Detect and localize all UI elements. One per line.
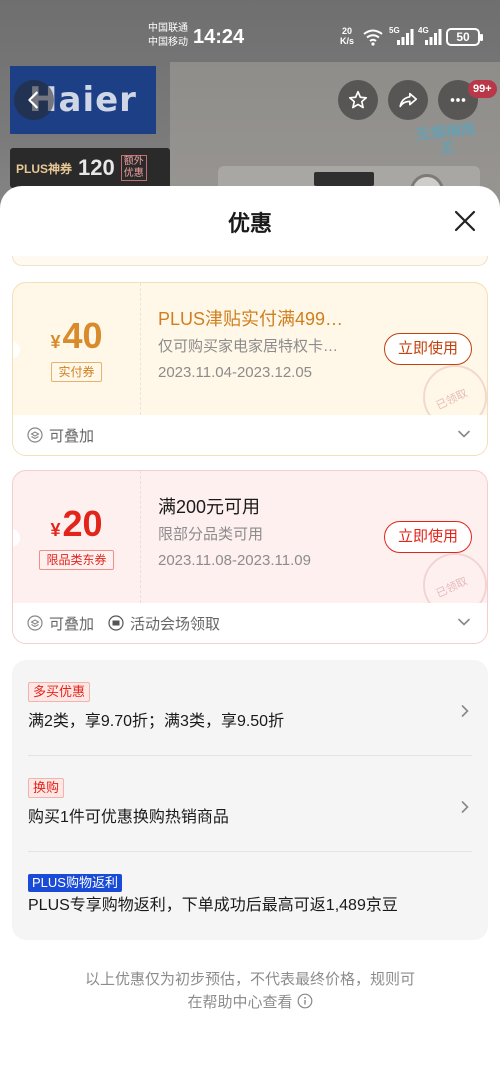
star-icon [348,90,368,109]
stackable-label: 可叠加 [49,615,95,633]
chevron-down-icon[interactable] [457,615,471,629]
plus-tag: PLUS神券 [16,161,73,176]
event-venue-note: 活动会场领取 [108,613,220,634]
status-bar: 中国联通 中国移动 14:24 20 K/s 5G 4G 50 [0,0,500,58]
coupon-type-tag: 限品类东券 [39,550,114,570]
stack-icon [27,615,43,631]
stackable-label: 可叠加 [49,427,95,445]
coupon-amount: ¥ 20 [50,504,102,544]
chevron-right-icon [461,705,469,717]
coupon-footer[interactable]: 可叠加 [13,415,487,455]
info-icon[interactable] [297,993,313,1009]
event-venue-icon [108,615,124,631]
use-now-button[interactable]: 立即使用 [384,333,472,365]
chevron-left-icon [28,91,38,109]
message-count-badge: 99+ [468,80,497,98]
clock: 14:24 [193,26,245,48]
promotion-item[interactable]: 换购 购买1件可优惠换购热销商品 [28,778,472,828]
promotion-desc: PLUS专享购物返利，下单成功后最高可返1,489京豆 [28,897,398,914]
coupon-scope: 仅可购买家电家居特权卡… [158,338,339,355]
use-now-button[interactable]: 立即使用 [384,521,472,553]
stackable-note: 可叠加 [27,613,94,634]
divider [28,755,472,756]
disclaimer-line-1: 以上优惠仅为初步预估，不代表最终价格，规则可 [84,971,415,988]
coupon-value-area: ¥ 40 实付券 [13,283,141,415]
previous-coupon-peek [12,256,488,266]
coupon-amount-value: 40 [62,315,103,356]
stack-icon [27,427,43,443]
network-speed-unit: K/s [340,36,355,46]
coupon-card[interactable]: ¥ 20 限品类东券 满200元可用 限部分品类可用 2023.11.08-20… [12,470,488,644]
coupon-title: PLUS津贴实付满499… [158,309,344,329]
divider [28,851,472,852]
coupon-scope: 限部分品类可用 [158,526,264,543]
coupon-value-area: ¥ 20 限品类东券 [13,471,141,603]
promotion-tag: 换购 [28,778,65,798]
coupon-validity: 2023.11.08-2023.11.09 [158,552,311,569]
stackable-note: 可叠加 [27,425,94,446]
sheet-header: 优惠 [0,186,500,256]
share-icon [399,92,418,108]
coupon-amount: ¥ 40 [50,316,102,356]
network-speed: 20 K/s [340,26,354,46]
washer-display [314,172,374,186]
disclaimer-line-2-text: 在帮助中心查看 [187,994,293,1011]
chevron-down-icon[interactable] [457,427,471,441]
chevron-right-icon [461,801,469,813]
plus-rebate-tag: PLUS购物返利 [28,874,122,892]
carrier-1: 中国联通 [148,23,188,34]
signal-2-icon [425,29,442,45]
plus-extra: 额外优惠 [120,155,147,181]
promotion-item: PLUS购物返利 PLUS专享购物返利，下单成功后最高可返1,489京豆 [28,874,472,916]
network-speed-value: 20 [342,26,353,36]
close-icon[interactable] [450,206,480,236]
plus-amount: 120 [78,155,115,180]
coupon-info: 满200元可用 限部分品类可用 2023.11.08-2023.11.09 [158,495,378,571]
coupon-body: ¥ 20 限品类东券 满200元可用 限部分品类可用 2023.11.08-20… [13,471,487,617]
sheet-title: 优惠 [227,211,272,236]
currency-symbol: ¥ [50,332,61,352]
coupon-info: PLUS津贴实付满499… 仅可购买家电家居特权卡… 2023.11.04-20… [158,307,378,383]
claimed-stamp-text: 已领取 [434,387,470,413]
favorite-button[interactable] [338,80,378,120]
event-venue-label: 活动会场领取 [130,615,221,633]
currency-symbol: ¥ [50,520,61,540]
promotion-tag: 多买优惠 [28,682,91,702]
promotions-panel: 多买优惠 满2类，享9.70折；满3类，享9.50折 换购 购买1件可优惠换购热… [12,660,488,940]
promotion-desc: 满2类，享9.70折；满3类，享9.50折 [28,713,285,730]
offers-sheet: 优惠 ¥ 40 实付券 PLUS津贴实付满499… 仅可购买家电家居特权卡… 2… [0,186,500,1083]
claimed-stamp-text: 已领取 [434,575,470,601]
battery-indicator: 50 [446,28,483,46]
disclaimer: 以上优惠仅为初步预估，不代表最终价格，规则可 在帮助中心查看 [40,968,460,1014]
coupon-card[interactable]: ¥ 40 实付券 PLUS津贴实付满499… 仅可购买家电家居特权卡… 2023… [12,282,488,456]
product-slogan: 无惧梅雨天 [415,120,477,159]
coupon-amount-value: 20 [62,503,103,544]
more-dots-icon [450,98,466,102]
promotion-item[interactable]: 多买优惠 满2类，享9.70折；满3类，享9.50折 [28,682,472,732]
coupon-title: 满200元可用 [158,497,261,517]
coupon-type-tag: 实付券 [51,362,102,382]
carrier-names: 中国联通 中国移动 [148,22,188,50]
coupon-footer[interactable]: 可叠加 活动会场领取 [13,603,487,643]
signal-1-icon [397,29,414,45]
coupon-body: ¥ 40 实付券 PLUS津贴实付满499… 仅可购买家电家居特权卡… 2023… [13,283,487,429]
carrier-2: 中国移动 [148,37,188,48]
coupon-validity: 2023.11.04-2023.12.05 [158,364,313,381]
wifi-icon [363,29,383,46]
back-button[interactable] [14,80,54,120]
plus-coupon-banner: PLUS神券 120 额外优惠 [10,148,170,188]
disclaimer-line-2: 在帮助中心查看 [40,991,460,1014]
share-button[interactable] [388,80,428,120]
promotion-desc: 购买1件可优惠换购热销商品 [28,809,229,826]
